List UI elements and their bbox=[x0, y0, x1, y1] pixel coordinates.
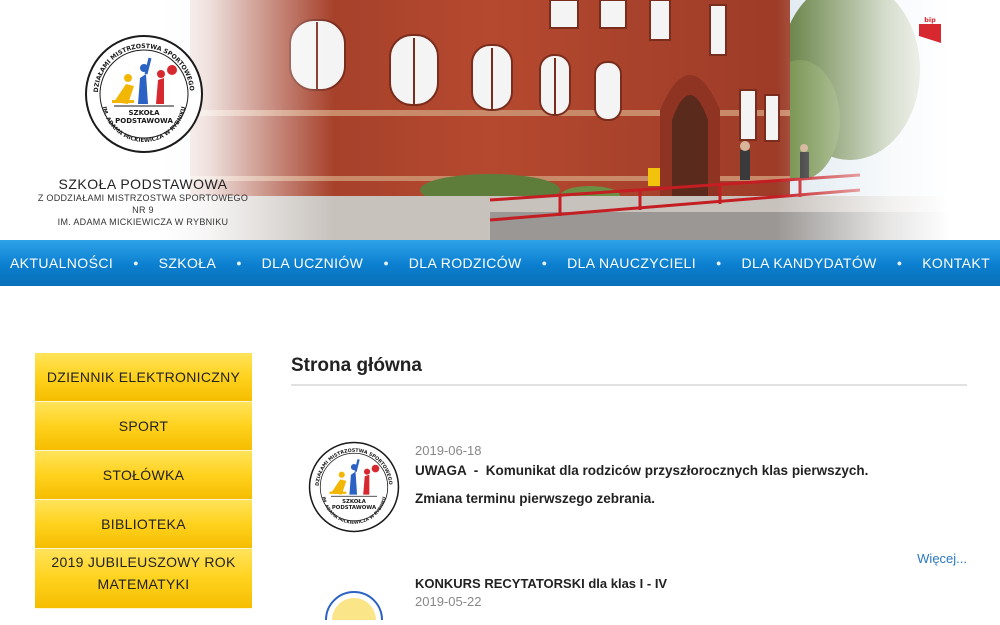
svg-text:bip: bip bbox=[924, 16, 936, 24]
school-name: SZKOŁA PODSTAWOWA Z ODDZIAŁAMI MISTRZOST… bbox=[30, 176, 256, 228]
sidebar-menu: DZIENNIK ELEKTRONICZNY SPORT STOŁÓWKA BI… bbox=[35, 353, 252, 609]
sidebar-item-dziennik-elektroniczny[interactable]: DZIENNIK ELEKTRONICZNY bbox=[35, 353, 252, 402]
nav-separator-dot: ● bbox=[541, 258, 548, 268]
school-building-photo bbox=[160, 0, 950, 240]
news-date: 2019-06-18 bbox=[415, 443, 482, 458]
nav-separator-dot: ● bbox=[133, 258, 139, 268]
school-name-line2: Z ODDZIAŁAMI MISTRZOSTWA SPORTOWEGO NR 9 bbox=[37, 193, 249, 215]
news-date: 2019-05-22 bbox=[415, 594, 482, 609]
svg-text:SZKOŁA: SZKOŁA bbox=[128, 109, 160, 117]
sidebar-item-rok-matematyki[interactable]: 2019 JUBILEUSZOWY ROK MATEMATYKI bbox=[35, 549, 252, 609]
news-thumbnail[interactable] bbox=[324, 590, 384, 621]
svg-text:SZKOŁA: SZKOŁA bbox=[342, 499, 367, 505]
news-body: Zmiana terminu pierwszego zebrania. bbox=[415, 491, 656, 506]
sidebar-item-stolowka[interactable]: STOŁÓWKA bbox=[35, 451, 252, 500]
news-headline[interactable]: KONKURS RECYTATORSKI dla klas I - IV bbox=[415, 576, 667, 591]
main-content: Strona główna Z ODDZIAŁAMI MISTRZOSTWA S… bbox=[291, 355, 967, 621]
school-logo[interactable]: Z ODDZIAŁAMI MISTRZOSTWA SPORTOWEGO NR 9… bbox=[81, 29, 204, 154]
news-thumbnail-logo[interactable]: Z ODDZIAŁAMI MISTRZOSTWA SPORTOWEGO NR 9… bbox=[306, 437, 400, 533]
svg-text:PODSTAWOWA: PODSTAWOWA bbox=[332, 505, 377, 511]
main-navigation: AKTUALNOŚCI ● SZKOŁA ● DLA UCZNIÓW ● DLA… bbox=[0, 240, 1000, 286]
sidebar-item-biblioteka[interactable]: BIBLIOTEKA bbox=[35, 500, 252, 549]
nav-separator-dot: ● bbox=[383, 258, 389, 268]
school-name-line3: IM. ADAMA MICKIEWICZA W RYBNIKU bbox=[57, 217, 229, 227]
svg-text:PODSTAWOWA: PODSTAWOWA bbox=[115, 117, 173, 125]
nav-item-dla-kandydatow[interactable]: DLA KANDYDATÓW bbox=[721, 255, 896, 271]
site-header: Z ODDZIAŁAMI MISTRZOSTWA SPORTOWEGO NR 9… bbox=[0, 0, 1000, 240]
nav-separator-dot: ● bbox=[716, 258, 722, 268]
page-title: Strona główna bbox=[291, 355, 967, 386]
news-item: Z ODDZIAŁAMI MISTRZOSTWA SPORTOWEGO NR 9… bbox=[291, 386, 967, 572]
nav-item-kontakt[interactable]: KONTAKT bbox=[902, 255, 1000, 271]
nav-separator-dot: ● bbox=[236, 258, 242, 268]
school-name-line1: SZKOŁA PODSTAWOWA bbox=[58, 176, 228, 192]
nav-item-dla-uczniow[interactable]: DLA UCZNIÓW bbox=[242, 255, 384, 271]
sidebar-item-sport[interactable]: SPORT bbox=[35, 402, 252, 451]
news-headline[interactable]: UWAGA - Komunikat dla rodziców przyszłor… bbox=[415, 463, 868, 478]
bip-icon[interactable]: bip bbox=[918, 16, 942, 44]
news-item: KONKURS RECYTATORSKI dla klas I - IV 201… bbox=[291, 574, 967, 621]
nav-separator-dot: ● bbox=[896, 258, 903, 268]
nav-item-aktualnosci[interactable]: AKTUALNOŚCI bbox=[0, 255, 133, 271]
nav-item-dla-rodzicow[interactable]: DLA RODZICÓW bbox=[389, 255, 542, 271]
nav-item-dla-nauczycieli[interactable]: DLA NAUCZYCIELI bbox=[547, 255, 716, 271]
nav-item-szkola[interactable]: SZKOŁA bbox=[139, 255, 237, 271]
read-more-link[interactable]: Więcej... bbox=[917, 551, 967, 566]
